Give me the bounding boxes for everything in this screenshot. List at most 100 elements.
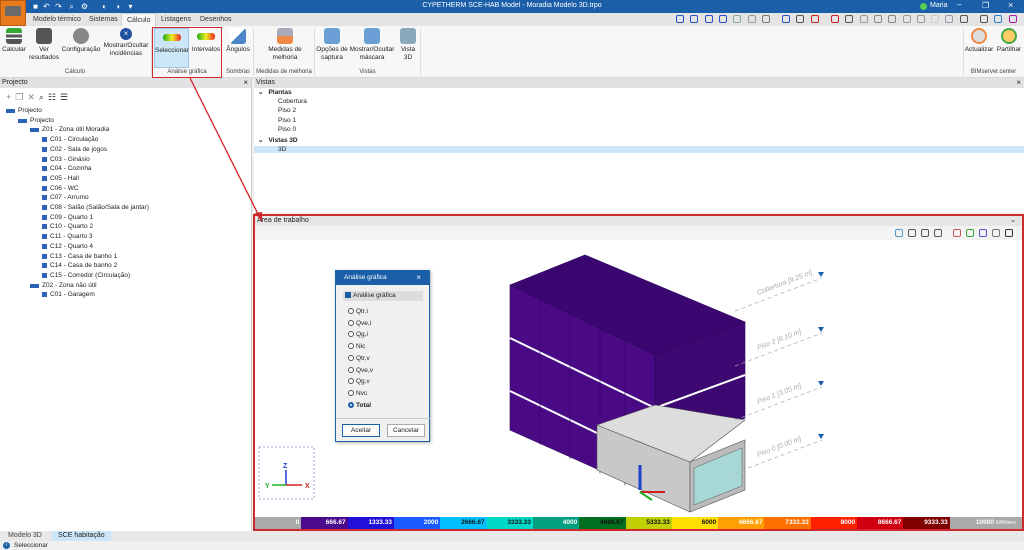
tree-node-folder[interactable]: Z02 - Zona não útil: [30, 281, 97, 291]
work-tool-icon[interactable]: [966, 229, 974, 237]
tree-node-room[interactable]: C12 - Quarto 4: [42, 242, 93, 252]
analise-grafica-checkbox[interactable]: Análise gráfica: [343, 291, 423, 301]
view-tool-icon[interactable]: [704, 15, 713, 23]
view-tool-icon[interactable]: [888, 15, 897, 23]
view-tool-icon[interactable]: [902, 15, 911, 23]
tab-sistemas[interactable]: Sistemas: [84, 13, 123, 26]
tree-node-room[interactable]: C13 - Casa de banho 1: [42, 252, 117, 262]
radio-option[interactable]: Qg,v: [348, 378, 370, 385]
view-tool-icon[interactable]: [959, 15, 968, 23]
tree-node-room[interactable]: C01 - Circulação: [42, 135, 98, 145]
close-panel-icon[interactable]: ×: [243, 78, 248, 88]
radio-option[interactable]: Qtr,i: [348, 308, 368, 315]
add-icon[interactable]: +: [6, 92, 15, 102]
seleccionar-button[interactable]: Seleccionar: [154, 28, 189, 68]
view-tool-icon[interactable]: [845, 15, 854, 23]
angulos-button[interactable]: Ângulos: [224, 28, 252, 54]
paint-icon[interactable]: ◑: [113, 2, 122, 11]
chevron-down-icon[interactable]: ⌄: [1010, 216, 1016, 226]
work-tool-icon[interactable]: [992, 229, 1000, 237]
radio-option[interactable]: Qve,v: [348, 366, 373, 374]
view-tool-icon[interactable]: [733, 15, 742, 23]
tree-node-folder[interactable]: Projecto: [6, 106, 42, 116]
tree-node-folder[interactable]: Z01 - Zona útil Moradia: [30, 125, 109, 135]
settings-icon[interactable]: ⚙: [80, 2, 89, 11]
view-tool-icon[interactable]: [859, 15, 868, 23]
close-panel-icon[interactable]: ×: [1016, 78, 1021, 88]
level-marker-icon[interactable]: [818, 272, 824, 277]
aceitar-button[interactable]: Aceitar: [342, 424, 380, 437]
calcular-button[interactable]: Calcular: [2, 28, 26, 54]
vistas-item[interactable]: 3D: [254, 145, 1024, 153]
customize-dropdown-icon[interactable]: ▾: [126, 2, 135, 11]
partilhar-button[interactable]: Partilhar: [995, 28, 1023, 54]
vistas-item[interactable]: Piso 0: [254, 126, 1024, 133]
tree-node-room[interactable]: C07 - Arrumo: [42, 193, 89, 203]
copy-icon[interactable]: ❐: [15, 92, 27, 102]
work-tool-icon[interactable]: [953, 229, 961, 237]
radio-option[interactable]: Nic: [348, 343, 365, 350]
palette-icon[interactable]: ◐: [100, 2, 109, 11]
view-tool-icon[interactable]: [690, 15, 699, 23]
radio-option[interactable]: Qve,i: [348, 319, 371, 327]
tab-modelo-3d[interactable]: Modelo 3D: [8, 532, 42, 539]
save-icon[interactable]: ■: [31, 2, 40, 11]
user-name[interactable]: Maria: [930, 2, 948, 9]
view-tool-icon[interactable]: [873, 15, 882, 23]
close-button[interactable]: ×: [1008, 0, 1013, 10]
radio-option[interactable]: Qg,i: [348, 331, 368, 338]
configuracao-button[interactable]: Configuração: [61, 28, 101, 54]
restore-button[interactable]: ❐: [982, 1, 989, 10]
view-tool-icon[interactable]: [931, 15, 940, 23]
view-tool-icon[interactable]: [831, 15, 839, 23]
tree-node-room[interactable]: C10 - Quarto 2: [42, 222, 93, 232]
intervalos-button[interactable]: Intervalos: [190, 28, 222, 54]
view-tool-icon[interactable]: [796, 15, 805, 23]
level-marker-icon[interactable]: [818, 327, 824, 332]
tab-modelo-termico[interactable]: Modelo térmico: [28, 13, 86, 26]
search-icon[interactable]: ⌕: [39, 92, 48, 102]
delete-icon[interactable]: ✕: [27, 92, 39, 102]
tree-node-room[interactable]: C04 - Cozinha: [42, 164, 92, 174]
radio-option[interactable]: Qtr,v: [348, 354, 370, 362]
view-tool-icon[interactable]: [718, 15, 727, 23]
work-tool-icon[interactable]: [895, 229, 903, 237]
tree-node-room[interactable]: C02 - Sala de jogos: [42, 145, 107, 155]
tab-calculo[interactable]: Cálculo: [121, 13, 157, 26]
tree-node-room[interactable]: C08 - Salão (Salão/Sala de jantar): [42, 203, 149, 213]
tree-node-room[interactable]: C14 - Casa de banho 2: [42, 261, 117, 271]
vista-3d-button[interactable]: Vista 3D: [398, 28, 418, 61]
view-tool-icon[interactable]: [761, 15, 770, 23]
app-logo[interactable]: [0, 0, 26, 26]
work-tool-icon[interactable]: [934, 229, 942, 237]
vistas-item[interactable]: Piso 1: [254, 117, 1024, 124]
tree-node-room[interactable]: C11 - Quarto 3: [42, 232, 93, 242]
view-tool-icon[interactable]: [810, 15, 819, 23]
cancelar-button[interactable]: Cancelar: [387, 424, 425, 437]
tree-node-room[interactable]: C06 - WC: [42, 184, 79, 194]
mostrar-ocultar-mascara-button[interactable]: Mostrar/Ocultar máscara: [349, 28, 395, 61]
level-marker-icon[interactable]: [818, 434, 824, 439]
tree-node-room[interactable]: C01 - Garagem: [42, 290, 95, 300]
view-tool-icon[interactable]: [916, 15, 925, 23]
radio-option[interactable]: Total: [348, 401, 371, 409]
work-tool-icon[interactable]: [979, 229, 987, 237]
vistas-item[interactable]: Cobertura: [254, 98, 1024, 105]
tab-desenhos[interactable]: Desenhos: [195, 13, 237, 26]
view-tool-icon[interactable]: [782, 15, 791, 23]
tree-node-folder[interactable]: Projecto: [18, 116, 54, 126]
tree-node-room[interactable]: C05 - Hall: [42, 174, 79, 184]
tree-node-room[interactable]: C03 - Ginásio: [42, 155, 90, 165]
tree-node-room[interactable]: C15 - Corredor (Circulação): [42, 271, 130, 281]
vistas-group[interactable]: ⌄ Vistas 3D: [258, 136, 1024, 144]
mostrar-ocultar-incidencias-button[interactable]: × Mostrar/Ocultar incidências: [103, 28, 149, 57]
tab-listagens[interactable]: Listagens: [156, 13, 196, 26]
actualizar-button[interactable]: Actualizar: [964, 28, 994, 54]
collapse-all-icon[interactable]: ☰: [60, 92, 72, 102]
expand-all-icon[interactable]: ☷: [48, 92, 60, 102]
tab-sce-habitacao[interactable]: SCE habitação: [52, 531, 111, 541]
tree-node-room[interactable]: C09 - Quarto 1: [42, 213, 93, 223]
view-tool-icon[interactable]: [676, 15, 684, 23]
vistas-item[interactable]: Piso 2: [254, 107, 1024, 114]
view-tool-icon[interactable]: [1008, 15, 1017, 23]
